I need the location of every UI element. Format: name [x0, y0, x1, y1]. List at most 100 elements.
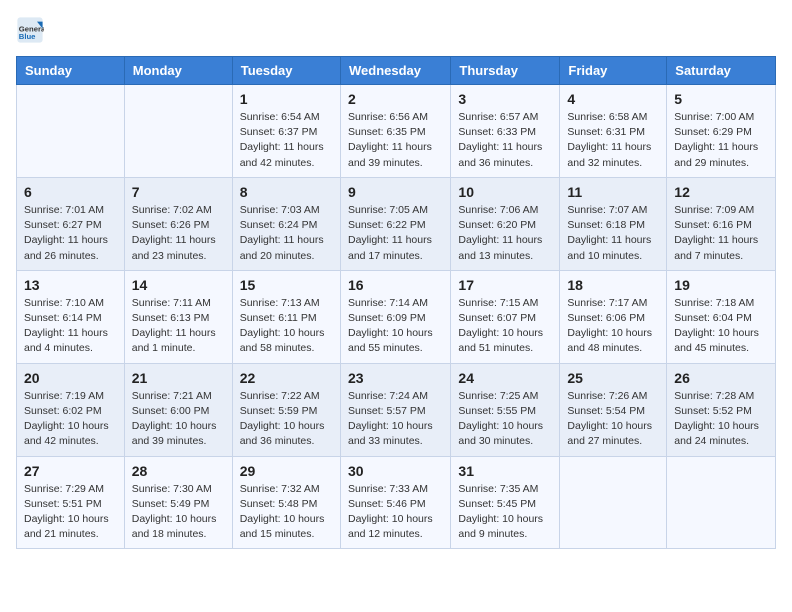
- table-cell: 30 Sunrise: 7:33 AM Sunset: 5:46 PM Dayli…: [340, 456, 450, 549]
- table-cell: 7Sunrise: 7:02 AM Sunset: 6:26 PM Daylig…: [124, 177, 232, 270]
- day-number: 5: [674, 91, 768, 107]
- day-number: 18: [567, 277, 659, 293]
- day-number: 1: [240, 91, 333, 107]
- header-sunday: Sunday: [17, 57, 125, 85]
- day-number: 20: [24, 370, 117, 386]
- calendar-table: SundayMondayTuesdayWednesdayThursdayFrid…: [16, 56, 776, 549]
- table-cell: [560, 456, 667, 549]
- day-info: Sunrise: 7:01 AM Sunset: 6:27 PM Dayligh…: [24, 203, 117, 264]
- day-info: Sunrise: 7:25 AM Sunset: 5:55 PM Dayligh…: [458, 389, 552, 450]
- table-cell: 5 Sunrise: 7:00 AM Sunset: 6:29 PM Daylig…: [667, 85, 776, 178]
- day-info: Sunrise: 7:07 AM Sunset: 6:18 PM Dayligh…: [567, 203, 659, 264]
- table-cell: [17, 85, 125, 178]
- day-info: Sunrise: 7:11 AM Sunset: 6:13 PM Dayligh…: [132, 296, 225, 357]
- day-number: 3: [458, 91, 552, 107]
- table-cell: [124, 85, 232, 178]
- day-number: 4: [567, 91, 659, 107]
- table-cell: 16 Sunrise: 7:14 AM Sunset: 6:09 PM Dayli…: [340, 270, 450, 363]
- header-wednesday: Wednesday: [340, 57, 450, 85]
- day-info: Sunrise: 7:13 AM Sunset: 6:11 PM Dayligh…: [240, 296, 333, 357]
- day-info: Sunrise: 7:33 AM Sunset: 5:46 PM Dayligh…: [348, 482, 443, 543]
- day-info: Sunrise: 7:32 AM Sunset: 5:48 PM Dayligh…: [240, 482, 333, 543]
- header-friday: Friday: [560, 57, 667, 85]
- table-cell: 14 Sunrise: 7:11 AM Sunset: 6:13 PM Dayli…: [124, 270, 232, 363]
- day-number: 27: [24, 463, 117, 479]
- table-cell: 25Sunrise: 7:26 AM Sunset: 5:54 PM Dayli…: [560, 363, 667, 456]
- table-cell: 24 Sunrise: 7:25 AM Sunset: 5:55 PM Dayli…: [451, 363, 560, 456]
- table-cell: 13 Sunrise: 7:10 AM Sunset: 6:14 PM Dayli…: [17, 270, 125, 363]
- day-info: Sunrise: 7:06 AM Sunset: 6:20 PM Dayligh…: [458, 203, 552, 264]
- table-cell: 20 Sunrise: 7:19 AM Sunset: 6:02 PM Dayli…: [17, 363, 125, 456]
- day-info: Sunrise: 7:17 AM Sunset: 6:06 PM Dayligh…: [567, 296, 659, 357]
- day-info: Sunrise: 7:05 AM Sunset: 6:22 PM Dayligh…: [348, 203, 443, 264]
- header-tuesday: Tuesday: [232, 57, 340, 85]
- day-info: Sunrise: 7:00 AM Sunset: 6:29 PM Dayligh…: [674, 110, 768, 171]
- table-cell: 10 Sunrise: 7:06 AM Sunset: 6:20 PM Dayli…: [451, 177, 560, 270]
- day-info: Sunrise: 7:29 AM Sunset: 5:51 PM Dayligh…: [24, 482, 117, 543]
- day-number: 26: [674, 370, 768, 386]
- day-info: Sunrise: 6:54 AM Sunset: 6:37 PM Dayligh…: [240, 110, 333, 171]
- table-cell: 31Sunrise: 7:35 AM Sunset: 5:45 PM Dayli…: [451, 456, 560, 549]
- day-number: 28: [132, 463, 225, 479]
- day-number: 29: [240, 463, 333, 479]
- header-row: SundayMondayTuesdayWednesdayThursdayFrid…: [17, 57, 776, 85]
- table-cell: 8 Sunrise: 7:03 AM Sunset: 6:24 PM Daylig…: [232, 177, 340, 270]
- day-info: Sunrise: 7:03 AM Sunset: 6:24 PM Dayligh…: [240, 203, 333, 264]
- day-number: 17: [458, 277, 552, 293]
- header-thursday: Thursday: [451, 57, 560, 85]
- day-info: Sunrise: 6:58 AM Sunset: 6:31 PM Dayligh…: [567, 110, 659, 171]
- table-cell: 29 Sunrise: 7:32 AM Sunset: 5:48 PM Dayli…: [232, 456, 340, 549]
- logo: General Blue: [16, 16, 48, 44]
- table-cell: 23 Sunrise: 7:24 AM Sunset: 5:57 PM Dayli…: [340, 363, 450, 456]
- header-monday: Monday: [124, 57, 232, 85]
- day-info: Sunrise: 7:28 AM Sunset: 5:52 PM Dayligh…: [674, 389, 768, 450]
- day-number: 11: [567, 184, 659, 200]
- day-number: 15: [240, 277, 333, 293]
- day-number: 10: [458, 184, 552, 200]
- day-number: 9: [348, 184, 443, 200]
- day-info: Sunrise: 7:24 AM Sunset: 5:57 PM Dayligh…: [348, 389, 443, 450]
- table-cell: 9 Sunrise: 7:05 AM Sunset: 6:22 PM Daylig…: [340, 177, 450, 270]
- table-cell: 19Sunrise: 7:18 AM Sunset: 6:04 PM Dayli…: [667, 270, 776, 363]
- table-cell: 1 Sunrise: 6:54 AM Sunset: 6:37 PM Daylig…: [232, 85, 340, 178]
- day-number: 6: [24, 184, 117, 200]
- table-cell: 2Sunrise: 6:56 AM Sunset: 6:35 PM Daylig…: [340, 85, 450, 178]
- day-number: 13: [24, 277, 117, 293]
- day-info: Sunrise: 7:19 AM Sunset: 6:02 PM Dayligh…: [24, 389, 117, 450]
- week-row-2: 6 Sunrise: 7:01 AM Sunset: 6:27 PM Daylig…: [17, 177, 776, 270]
- svg-text:Blue: Blue: [19, 32, 36, 41]
- table-cell: 21Sunrise: 7:21 AM Sunset: 6:00 PM Dayli…: [124, 363, 232, 456]
- logo-icon: General Blue: [16, 16, 44, 44]
- table-cell: 11 Sunrise: 7:07 AM Sunset: 6:18 PM Dayli…: [560, 177, 667, 270]
- table-cell: 6 Sunrise: 7:01 AM Sunset: 6:27 PM Daylig…: [17, 177, 125, 270]
- table-cell: 28 Sunrise: 7:30 AM Sunset: 5:49 PM Dayli…: [124, 456, 232, 549]
- table-cell: 4 Sunrise: 6:58 AM Sunset: 6:31 PM Daylig…: [560, 85, 667, 178]
- table-cell: 27 Sunrise: 7:29 AM Sunset: 5:51 PM Dayli…: [17, 456, 125, 549]
- day-number: 23: [348, 370, 443, 386]
- calendar-body: 1 Sunrise: 6:54 AM Sunset: 6:37 PM Daylig…: [17, 85, 776, 549]
- header: General Blue: [16, 16, 776, 44]
- table-cell: 3 Sunrise: 6:57 AM Sunset: 6:33 PM Daylig…: [451, 85, 560, 178]
- day-info: Sunrise: 7:09 AM Sunset: 6:16 PM Dayligh…: [674, 203, 768, 264]
- day-number: 30: [348, 463, 443, 479]
- calendar-header: SundayMondayTuesdayWednesdayThursdayFrid…: [17, 57, 776, 85]
- day-number: 14: [132, 277, 225, 293]
- week-row-3: 13 Sunrise: 7:10 AM Sunset: 6:14 PM Dayli…: [17, 270, 776, 363]
- day-info: Sunrise: 7:14 AM Sunset: 6:09 PM Dayligh…: [348, 296, 443, 357]
- day-number: 24: [458, 370, 552, 386]
- table-cell: [667, 456, 776, 549]
- day-number: 8: [240, 184, 333, 200]
- day-info: Sunrise: 6:57 AM Sunset: 6:33 PM Dayligh…: [458, 110, 552, 171]
- table-cell: 18 Sunrise: 7:17 AM Sunset: 6:06 PM Dayli…: [560, 270, 667, 363]
- header-saturday: Saturday: [667, 57, 776, 85]
- day-info: Sunrise: 7:15 AM Sunset: 6:07 PM Dayligh…: [458, 296, 552, 357]
- day-info: Sunrise: 7:10 AM Sunset: 6:14 PM Dayligh…: [24, 296, 117, 357]
- day-info: Sunrise: 7:35 AM Sunset: 5:45 PM Dayligh…: [458, 482, 552, 543]
- day-info: Sunrise: 7:30 AM Sunset: 5:49 PM Dayligh…: [132, 482, 225, 543]
- day-number: 2: [348, 91, 443, 107]
- day-info: Sunrise: 7:21 AM Sunset: 6:00 PM Dayligh…: [132, 389, 225, 450]
- day-info: Sunrise: 7:02 AM Sunset: 6:26 PM Dayligh…: [132, 203, 225, 264]
- week-row-5: 27 Sunrise: 7:29 AM Sunset: 5:51 PM Dayli…: [17, 456, 776, 549]
- day-number: 22: [240, 370, 333, 386]
- day-number: 16: [348, 277, 443, 293]
